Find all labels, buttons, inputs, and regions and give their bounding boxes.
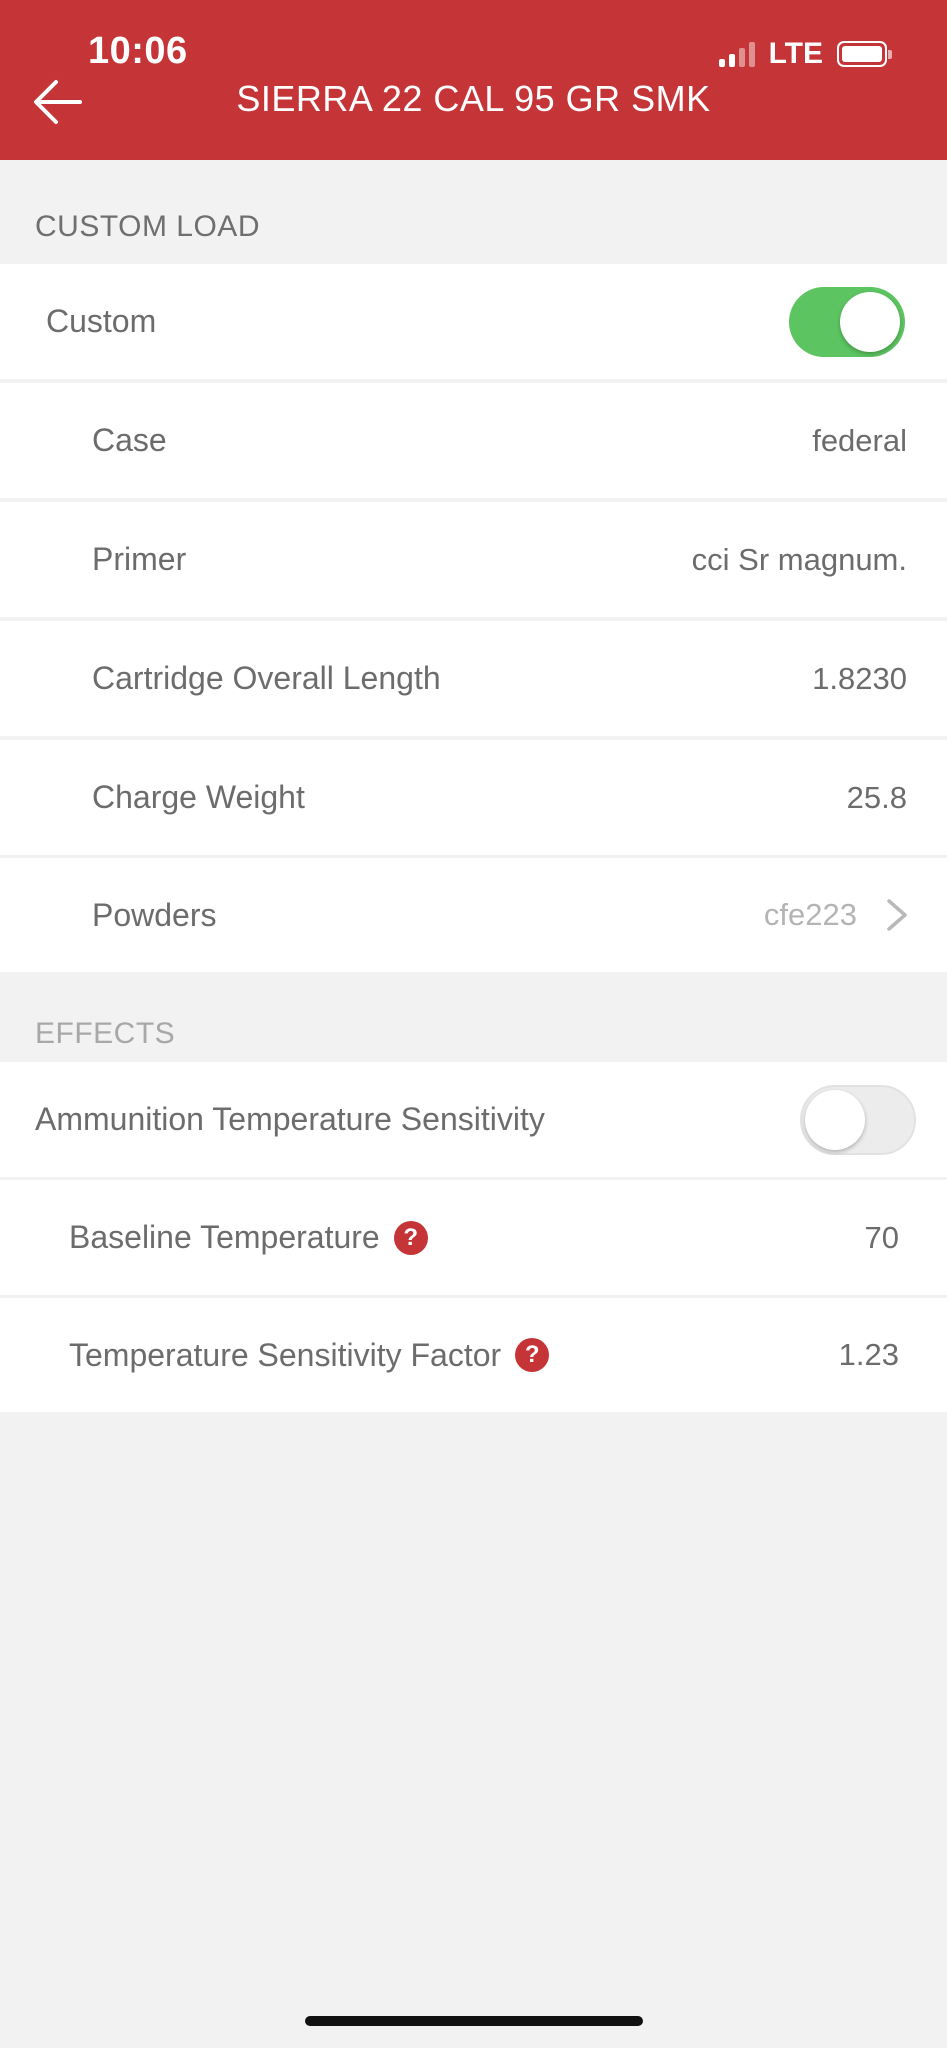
signal-icon [718, 41, 759, 67]
powders-label: Powders [92, 896, 217, 933]
custom-label: Custom [46, 303, 157, 339]
primer-value: cci Sr magnum. [691, 541, 907, 577]
case-row[interactable]: Case federal [0, 383, 947, 498]
section-label-effects: EFFECTS [35, 1017, 176, 1050]
chevron-right-icon [887, 899, 907, 931]
powders-row[interactable]: Powders cfe223 [0, 858, 947, 972]
home-indicator [305, 2016, 643, 2026]
overall-length-value: 1.8230 [812, 660, 907, 696]
overall-length-label: Cartridge Overall Length [92, 660, 441, 696]
help-icon[interactable]: ? [515, 1338, 550, 1372]
temp-sensitivity-factor-value: 1.23 [838, 1337, 899, 1372]
powders-value: cfe223 [763, 897, 857, 932]
primer-label: Primer [92, 541, 187, 577]
status-indicators: LTE [718, 36, 892, 72]
app-header: 10:06 LTE SIERRA 22 CAL 95 GR SMK [0, 0, 947, 160]
network-type: LTE [768, 37, 823, 70]
temp-sensitivity-label: Ammunition Temperature Sensitivity [35, 1101, 545, 1137]
baseline-temperature-value: 70 [864, 1219, 899, 1255]
case-value: federal [812, 422, 907, 458]
section-label-custom-load: CUSTOM LOAD [35, 210, 260, 243]
charge-weight-value: 25.8 [846, 779, 907, 815]
battery-icon [837, 41, 892, 67]
temp-sensitivity-row: Ammunition Temperature Sensitivity [0, 1062, 947, 1177]
custom-row: Custom [0, 264, 947, 379]
temp-sensitivity-toggle[interactable] [800, 1084, 916, 1155]
baseline-temperature-row[interactable]: Baseline Temperature ? 70 [0, 1180, 947, 1295]
case-label: Case [92, 422, 167, 458]
charge-weight-row[interactable]: Charge Weight 25.8 [0, 740, 947, 855]
temp-sensitivity-factor-label-group: Temperature Sensitivity Factor ? [69, 1336, 550, 1374]
temp-sensitivity-factor-label: Temperature Sensitivity Factor [69, 1336, 502, 1373]
baseline-temperature-label-group: Baseline Temperature ? [69, 1219, 428, 1256]
temp-sensitivity-factor-row[interactable]: Temperature Sensitivity Factor ? 1.23 [0, 1298, 947, 1412]
baseline-temperature-label: Baseline Temperature [69, 1219, 380, 1255]
page-title: SIERRA 22 CAL 95 GR SMK [236, 78, 711, 119]
charge-weight-label: Charge Weight [92, 779, 305, 815]
primer-row[interactable]: Primer cci Sr magnum. [0, 502, 947, 617]
custom-toggle[interactable] [789, 286, 905, 357]
status-time: 10:06 [88, 30, 188, 72]
overall-length-row[interactable]: Cartridge Overall Length 1.8230 [0, 621, 947, 736]
powders-value-group: cfe223 [764, 897, 909, 933]
help-icon[interactable]: ? [393, 1220, 428, 1255]
